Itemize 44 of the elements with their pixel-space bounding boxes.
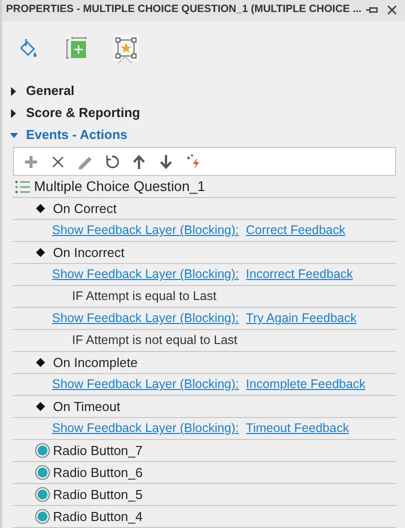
tree-item[interactable]: Multiple Choice Question_1 <box>34 176 206 197</box>
radio-button-icon <box>35 465 50 480</box>
section-header[interactable]: Score & Reporting <box>10 102 405 124</box>
action-link[interactable]: Show Feedback Layer (Blocking): <box>52 419 239 438</box>
lightning-icon[interactable] <box>185 154 201 170</box>
caret-right-icon <box>10 108 18 118</box>
action-link[interactable]: Show Feedback Layer (Blocking): <box>52 375 239 394</box>
object-label[interactable]: Radio Button_6 <box>53 462 143 482</box>
action-link[interactable]: Show Feedback Layer (Blocking): <box>52 309 239 328</box>
radio-button-icon <box>35 487 50 502</box>
list-icon <box>15 180 31 194</box>
diamond-icon <box>36 204 45 213</box>
radio-button-icon <box>35 509 50 524</box>
diamond-icon <box>36 358 45 367</box>
condition-label[interactable]: IF Attempt is equal to Last <box>72 287 217 306</box>
paint-bucket-icon <box>17 36 39 59</box>
object-label[interactable]: Radio Button_4 <box>53 506 143 526</box>
arrow-up-icon[interactable] <box>131 154 147 170</box>
target-link[interactable]: Incomplete Feedback <box>246 375 366 394</box>
reset-icon[interactable] <box>104 154 120 170</box>
event-label[interactable]: On Incorrect <box>53 242 125 262</box>
object-label[interactable]: Radio Button_7 <box>53 440 143 460</box>
caret-down-icon <box>10 130 18 140</box>
close-icon[interactable] <box>50 154 66 170</box>
window-title: PROPERTIES - MULTIPLE CHOICE QUESTION_1 (MULTIPLE CHOICE ... <box>6 2 362 18</box>
target-link[interactable]: Correct Feedback <box>246 221 346 240</box>
diamond-icon <box>36 248 45 257</box>
arrow-down-icon[interactable] <box>158 154 174 170</box>
event-label[interactable]: On Incomplete <box>53 352 138 372</box>
target-link[interactable]: Timeout Feedback <box>246 419 349 438</box>
object-label[interactable]: Radio Button_5 <box>53 484 143 504</box>
section-header[interactable]: Events - Actions <box>10 124 405 146</box>
resize-icon <box>66 36 88 59</box>
event-label[interactable]: On Correct <box>53 198 117 218</box>
diamond-icon <box>36 402 45 411</box>
action-link[interactable]: Show Feedback Layer (Blocking): <box>52 265 239 284</box>
caret-right-icon <box>10 86 18 96</box>
target-link[interactable]: Try Again Feedback <box>246 309 357 328</box>
event-label[interactable]: On Timeout <box>53 396 120 416</box>
action-link[interactable]: Show Feedback Layer (Blocking): <box>52 221 239 240</box>
section-header[interactable]: General <box>10 80 405 102</box>
radio-button-icon <box>35 443 50 458</box>
condition-label[interactable]: IF Attempt is not equal to Last <box>72 331 238 350</box>
target-link[interactable]: Incorrect Feedback <box>246 265 353 284</box>
